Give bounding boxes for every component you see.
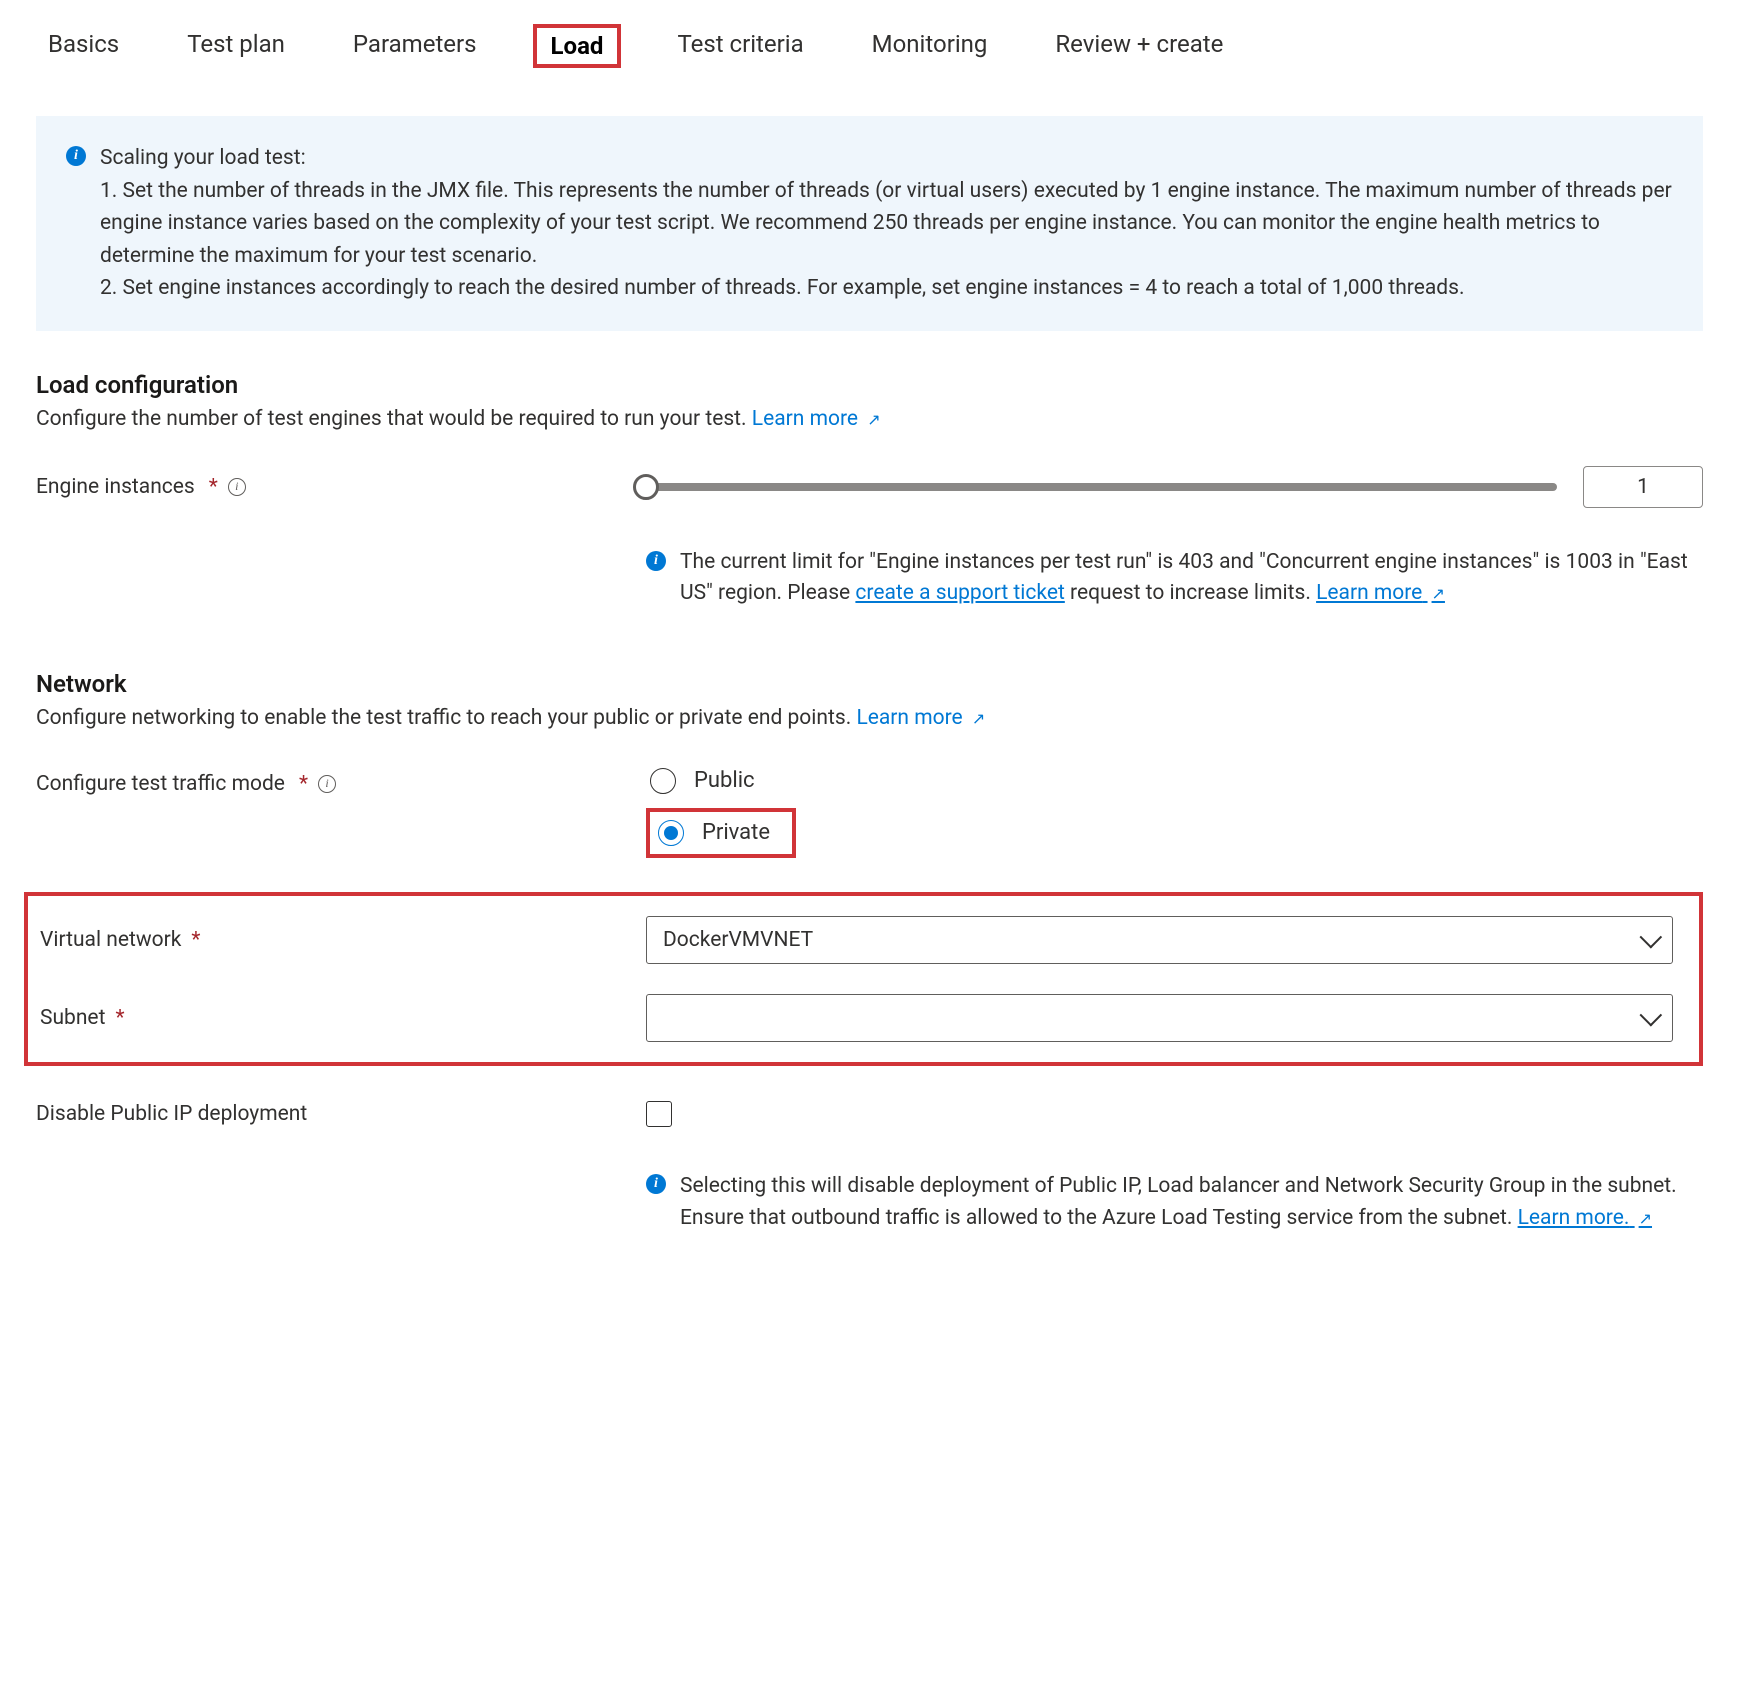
disable-public-ip-row: Disable Public IP deployment bbox=[36, 1092, 1703, 1136]
network-desc-row: Configure networking to enable the test … bbox=[36, 706, 1703, 730]
radio-unchecked-icon bbox=[650, 768, 676, 794]
disable-public-ip-label-col: Disable Public IP deployment bbox=[36, 1102, 646, 1126]
subnet-label: Subnet bbox=[40, 1006, 105, 1030]
disable-public-ip-learn-more-link[interactable]: Learn more. ↗ bbox=[1518, 1206, 1652, 1230]
network-learn-more-text: Learn more bbox=[856, 706, 962, 730]
scaling-info-text: Scaling your load test: 1. Set the numbe… bbox=[100, 142, 1673, 305]
help-icon[interactable]: i bbox=[228, 478, 246, 496]
help-icon[interactable]: i bbox=[318, 775, 336, 793]
external-link-icon: ↗ bbox=[1432, 584, 1445, 603]
scaling-info-panel: i Scaling your load test: 1. Set the num… bbox=[36, 116, 1703, 331]
load-config-learn-more-link[interactable]: Learn more ↗ bbox=[752, 407, 881, 431]
load-config-section: Load configuration Configure the number … bbox=[36, 371, 1703, 610]
scaling-line2: 2. Set engine instances accordingly to r… bbox=[100, 276, 1465, 300]
load-config-title: Load configuration bbox=[36, 371, 1703, 399]
engine-limit-info: i The current limit for "Engine instance… bbox=[646, 547, 1703, 610]
tab-test-criteria[interactable]: Test criteria bbox=[665, 24, 815, 68]
engine-limit-text: The current limit for "Engine instances … bbox=[680, 547, 1703, 610]
limit-text-2: request to increase limits. bbox=[1070, 581, 1316, 605]
tab-parameters[interactable]: Parameters bbox=[341, 24, 489, 68]
external-link-icon: ↗ bbox=[1639, 1209, 1652, 1228]
disable-public-ip-learn-more-text: Learn more. bbox=[1518, 1206, 1630, 1230]
disable-public-ip-info: i Selecting this will disable deployment… bbox=[646, 1170, 1703, 1235]
engine-instances-label-col: Engine instances * i bbox=[36, 475, 646, 499]
traffic-mode-public-option[interactable]: Public bbox=[646, 764, 796, 798]
vnet-subnet-highlight: Virtual network * DockerVMVNET Subnet * bbox=[24, 892, 1703, 1066]
engine-instances-label: Engine instances bbox=[36, 475, 195, 499]
slider-thumb[interactable] bbox=[633, 474, 659, 500]
create-support-ticket-link[interactable]: create a support ticket bbox=[855, 581, 1064, 605]
tab-monitoring[interactable]: Monitoring bbox=[860, 24, 1000, 68]
network-section: Network Configure networking to enable t… bbox=[36, 670, 1703, 1235]
engine-slider-wrap: 1 bbox=[646, 466, 1703, 508]
scaling-line1: 1. Set the number of threads in the JMX … bbox=[100, 179, 1672, 268]
external-link-icon: ↗ bbox=[867, 410, 880, 429]
tab-review-create[interactable]: Review + create bbox=[1043, 24, 1235, 68]
traffic-mode-label: Configure test traffic mode bbox=[36, 772, 285, 796]
subnet-row: Subnet * bbox=[28, 994, 1683, 1042]
traffic-mode-label-col: Configure test traffic mode * i bbox=[36, 764, 646, 796]
subnet-control bbox=[646, 994, 1683, 1042]
info-icon: i bbox=[646, 551, 666, 571]
traffic-mode-public-label: Public bbox=[694, 768, 755, 793]
virtual-network-control: DockerVMVNET bbox=[646, 916, 1683, 964]
traffic-mode-private-label: Private bbox=[702, 820, 770, 845]
load-config-desc: Configure the number of test engines tha… bbox=[36, 407, 752, 431]
disable-public-ip-control bbox=[646, 1101, 1703, 1127]
required-indicator: * bbox=[115, 1006, 124, 1030]
engine-instances-value-input[interactable]: 1 bbox=[1583, 466, 1703, 508]
virtual-network-dropdown[interactable]: DockerVMVNET bbox=[646, 916, 1673, 964]
disable-public-ip-label: Disable Public IP deployment bbox=[36, 1102, 307, 1126]
engine-limit-learn-more-link[interactable]: Learn more ↗ bbox=[1316, 581, 1445, 605]
virtual-network-value: DockerVMVNET bbox=[663, 928, 813, 952]
virtual-network-row: Virtual network * DockerVMVNET bbox=[28, 916, 1683, 964]
subnet-label-col: Subnet * bbox=[28, 1006, 646, 1030]
traffic-mode-options: Public Private bbox=[646, 764, 796, 858]
info-icon: i bbox=[646, 1174, 666, 1194]
info-icon: i bbox=[66, 146, 86, 166]
engine-limit-learn-more-text: Learn more bbox=[1316, 581, 1422, 605]
tab-bar: Basics Test plan Parameters Load Test cr… bbox=[36, 24, 1703, 68]
load-config-desc-row: Configure the number of test engines tha… bbox=[36, 407, 1703, 431]
virtual-network-label-col: Virtual network * bbox=[28, 928, 646, 952]
traffic-mode-private-highlight: Private bbox=[646, 808, 796, 858]
engine-instances-control: 1 bbox=[646, 466, 1703, 508]
required-indicator: * bbox=[209, 475, 218, 499]
engine-instances-slider[interactable] bbox=[646, 483, 1557, 491]
load-config-learn-more-text: Learn more bbox=[752, 407, 858, 431]
network-desc: Configure networking to enable the test … bbox=[36, 706, 856, 730]
network-title: Network bbox=[36, 670, 1703, 698]
disable-public-ip-text: Selecting this will disable deployment o… bbox=[680, 1170, 1703, 1235]
traffic-mode-row: Configure test traffic mode * i Public P… bbox=[36, 764, 1703, 858]
engine-instances-row: Engine instances * i 1 bbox=[36, 465, 1703, 509]
network-learn-more-link[interactable]: Learn more ↗ bbox=[856, 706, 985, 730]
tab-load[interactable]: Load bbox=[533, 24, 622, 68]
radio-checked-icon bbox=[658, 820, 684, 846]
required-indicator: * bbox=[191, 928, 200, 952]
chevron-down-icon bbox=[1640, 1004, 1663, 1027]
scaling-heading: Scaling your load test: bbox=[100, 146, 306, 170]
chevron-down-icon bbox=[1640, 926, 1663, 949]
tab-test-plan[interactable]: Test plan bbox=[175, 24, 297, 68]
required-indicator: * bbox=[299, 772, 308, 796]
subnet-dropdown[interactable] bbox=[646, 994, 1673, 1042]
external-link-icon: ↗ bbox=[972, 709, 985, 728]
traffic-mode-private-option[interactable]: Private bbox=[658, 820, 778, 846]
tab-basics[interactable]: Basics bbox=[36, 24, 131, 68]
disable-public-ip-checkbox[interactable] bbox=[646, 1101, 672, 1127]
virtual-network-label: Virtual network bbox=[40, 928, 181, 952]
